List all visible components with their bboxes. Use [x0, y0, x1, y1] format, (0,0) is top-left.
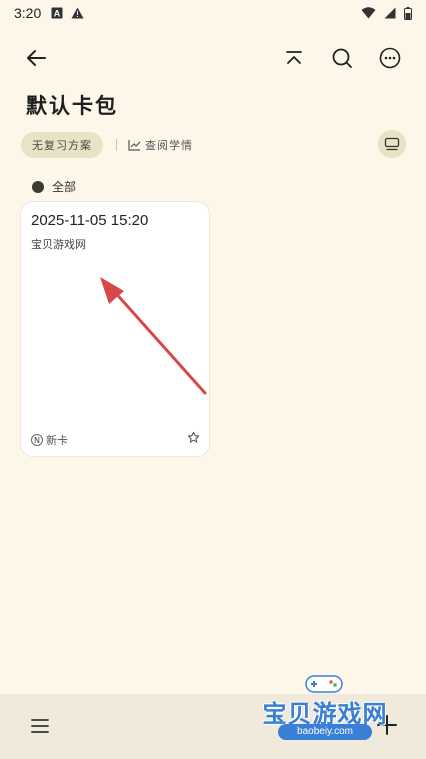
card-type: N 新卡 [31, 432, 68, 448]
plus-icon [377, 715, 397, 735]
battery-icon [404, 6, 412, 20]
gamepad-logo-icon [305, 675, 343, 693]
new-card-badge-icon: N [31, 434, 43, 446]
scroll-top-button[interactable] [280, 44, 308, 72]
more-horizontal-icon [379, 47, 401, 69]
arrow-left-icon [27, 50, 46, 66]
search-icon [332, 48, 352, 68]
category-all-label: 全部 [52, 180, 77, 194]
page-title: 默认卡包 [26, 94, 118, 118]
star-button[interactable] [187, 429, 200, 448]
more-button[interactable] [376, 44, 404, 72]
card-date: 2025-11-05 15:20 [31, 212, 149, 229]
review-plan-chip[interactable]: 无复习方案 [21, 132, 103, 158]
divider [116, 139, 117, 151]
add-card-button[interactable] [374, 712, 400, 738]
menu-icon [31, 719, 49, 733]
warning-icon [71, 7, 84, 19]
bottom-bar [0, 694, 426, 759]
scroll-top-icon [286, 51, 302, 64]
card-view-icon [384, 137, 400, 151]
toolbar [0, 36, 426, 78]
svg-text:A: A [54, 9, 61, 19]
card-item[interactable]: 2025-11-05 15:20 宝贝游戏网 N 新卡 [21, 202, 209, 456]
status-bar: 3:20 A [0, 0, 426, 26]
view-toggle-button[interactable] [378, 130, 406, 158]
menu-button[interactable] [28, 714, 52, 738]
a-icon: A [51, 7, 63, 19]
search-button[interactable] [328, 44, 356, 72]
chart-trend-icon [128, 140, 141, 151]
category-dot-icon [32, 180, 44, 193]
card-type-label: 新卡 [46, 434, 68, 447]
status-time: 3:20 [14, 5, 42, 21]
wifi-icon [361, 7, 376, 19]
back-button[interactable] [22, 44, 50, 72]
study-stats-link[interactable]: 查阅学情 [128, 136, 193, 154]
star-icon [187, 431, 200, 443]
card-content: 宝贝游戏网 [31, 238, 86, 251]
category-all[interactable]: 全部 [32, 178, 76, 195]
study-stats-label: 查阅学情 [145, 139, 193, 152]
signal-icon [384, 7, 396, 19]
